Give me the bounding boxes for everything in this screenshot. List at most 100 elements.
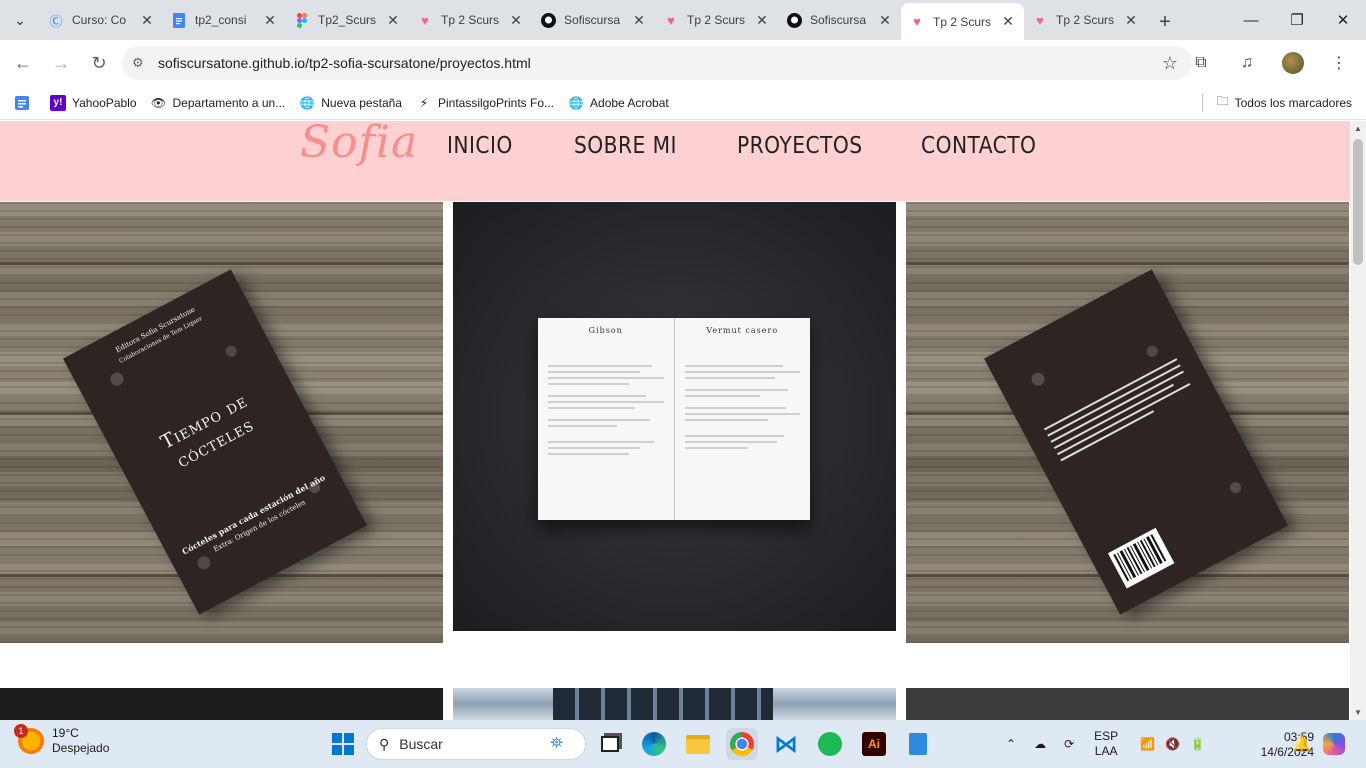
all-bookmarks-button[interactable]: 🗀 Todos los marcadores	[1201, 92, 1352, 113]
folder-icon	[686, 734, 710, 754]
toolbar-actions: ⧉ ♫ ⋮	[1184, 46, 1356, 80]
maximize-button[interactable]: ❐	[1274, 0, 1320, 40]
sync-icon[interactable]: ⟳	[1064, 737, 1074, 751]
illustrator-icon: Ai	[862, 732, 886, 756]
extensions-button[interactable]: ⧉	[1184, 46, 1218, 80]
project-image-back-cover[interactable]	[906, 202, 1349, 643]
window-controls: — ❐ ✕	[1228, 0, 1366, 40]
vscode-button[interactable]: ⋈	[770, 728, 802, 760]
apps-icon	[14, 95, 30, 111]
weather-widget[interactable]: 1 19°C Despejado	[14, 724, 109, 756]
tab[interactable]: ♥ Tp 2 Scurs ✕	[409, 3, 532, 37]
language-indicator[interactable]: ESP LAA	[1094, 729, 1118, 759]
bookmark-item[interactable]: y! YahooPablo	[50, 94, 137, 111]
close-icon[interactable]: ✕	[508, 12, 524, 29]
site-header: Sofia INICIO SOBRE MI PROYECTOS CONTACTO	[0, 121, 1350, 201]
close-icon[interactable]: ✕	[139, 12, 155, 29]
chrome-button[interactable]	[726, 728, 758, 760]
reload-button[interactable]: ↻	[82, 46, 116, 80]
close-icon[interactable]: ✕	[1000, 13, 1016, 30]
tab-active[interactable]: ♥ Tp 2 Scurs ✕	[901, 3, 1024, 40]
tab[interactable]: Sofiscursa ✕	[778, 3, 901, 37]
book-page-right: Vermut casero	[673, 318, 811, 520]
site-settings-icon[interactable]: ⚙	[132, 55, 154, 71]
close-icon[interactable]: ✕	[385, 12, 401, 29]
tab[interactable]: tp2_consi ✕	[163, 3, 286, 37]
close-icon[interactable]: ✕	[262, 12, 278, 29]
tab-title: Sofiscursa	[564, 13, 621, 27]
project-image[interactable]	[453, 688, 896, 720]
globe-icon: 🌐	[568, 95, 584, 110]
battery-icon[interactable]: 🔋	[1190, 737, 1205, 751]
chrome-icon	[730, 732, 754, 756]
forward-button[interactable]: →	[44, 46, 78, 80]
profile-button[interactable]	[1276, 46, 1310, 80]
tab[interactable]: Tp2_Scurs ✕	[286, 3, 409, 37]
bookmark-item[interactable]: ⚡ PintassilgoPrints Fo...	[416, 95, 554, 111]
nav-sobre-mi[interactable]: SOBRE MI	[574, 133, 677, 159]
wifi-icon[interactable]: 📶	[1140, 737, 1155, 751]
bookmark-star-icon[interactable]: ☆	[1162, 53, 1178, 74]
tab[interactable]: ♥ Tp 2 Scurs ✕	[655, 3, 778, 37]
restore-icon: ❐	[1290, 12, 1304, 29]
notifications-button[interactable]: 🔔	[1286, 728, 1318, 760]
address-bar[interactable]: ⚙ sofiscursatone.github.io/tp2-sofia-scu…	[122, 46, 1192, 80]
tab[interactable]: Sofiscursa ✕	[532, 3, 655, 37]
project-image[interactable]	[0, 688, 443, 720]
file-explorer-button[interactable]	[682, 728, 714, 760]
vertical-scrollbar[interactable]: ▲ ▼	[1350, 121, 1366, 720]
nav-contacto[interactable]: CONTACTO	[921, 133, 1036, 159]
scroll-up-icon[interactable]: ▲	[1350, 124, 1366, 133]
illustrator-button[interactable]: Ai	[858, 728, 890, 760]
lighthouse-icon: ⛯	[550, 735, 563, 752]
bookmark-item[interactable]: 🌐 Nueva pestaña	[299, 95, 402, 111]
task-view-button[interactable]	[594, 728, 626, 760]
github-icon	[540, 12, 556, 28]
notepad-button[interactable]	[902, 728, 934, 760]
minimize-button[interactable]: —	[1228, 0, 1274, 40]
spotify-button[interactable]	[814, 728, 846, 760]
chevron-up-icon[interactable]: ⌃	[1006, 737, 1016, 751]
project-image-interior[interactable]: Gibson Vermut casero	[453, 202, 896, 631]
scrollbar-thumb[interactable]	[1353, 139, 1363, 265]
start-button[interactable]	[327, 728, 359, 760]
bookmark-label: PintassilgoPrints Fo...	[437, 95, 555, 110]
bookmark-apps[interactable]	[14, 95, 36, 111]
site-logo[interactable]: Sofia	[300, 121, 418, 168]
edge-icon	[642, 732, 666, 756]
yahoo-icon: y!	[50, 94, 66, 111]
tab[interactable]: ♥ Tp 2 Scurs ✕	[1024, 3, 1147, 37]
copilot-button[interactable]	[1318, 728, 1350, 760]
tab-search-button[interactable]: ⌄	[0, 0, 40, 40]
new-tab-button[interactable]: +	[1147, 4, 1183, 40]
close-icon[interactable]: ✕	[1123, 12, 1139, 29]
spotify-icon	[818, 732, 842, 756]
bookmark-item[interactable]: 🌐 Adobe Acrobat	[568, 95, 669, 111]
cloud-icon[interactable]: ☁	[1034, 737, 1046, 751]
edge-button[interactable]	[638, 728, 670, 760]
nav-inicio[interactable]: INICIO	[447, 133, 513, 159]
bookmark-item[interactable]: 👁 Departamento a un...	[151, 95, 285, 111]
media-control-button[interactable]: ♫	[1230, 46, 1264, 80]
chevron-down-icon: ⌄	[14, 11, 26, 28]
taskbar-search[interactable]: ⚲ Buscar ⛯	[366, 728, 586, 760]
nav-proyectos[interactable]: PROYECTOS	[737, 133, 862, 159]
arrow-left-icon: ←	[14, 52, 32, 73]
project-image[interactable]	[906, 688, 1349, 720]
close-icon[interactable]: ✕	[877, 12, 893, 29]
windows-icon	[332, 733, 354, 755]
volume-mute-icon[interactable]: 🔇	[1165, 737, 1180, 751]
close-window-button[interactable]: ✕	[1320, 0, 1366, 40]
menu-button[interactable]: ⋮	[1322, 46, 1356, 80]
back-button[interactable]: ←	[6, 46, 40, 80]
scroll-down-icon[interactable]: ▼	[1350, 708, 1366, 717]
folder-icon: 🗀	[1216, 94, 1229, 108]
heart-icon: ♥	[1036, 12, 1044, 28]
page-title: Gibson	[588, 326, 623, 335]
tab[interactable]: Ⓒ Curso: Co ✕	[40, 3, 163, 37]
divider	[0, 262, 443, 265]
building-image	[553, 688, 773, 720]
project-image-cover[interactable]: Editora Sofia Scursatone Colaboraciones …	[0, 202, 443, 643]
close-icon[interactable]: ✕	[754, 12, 770, 29]
close-icon[interactable]: ✕	[631, 12, 647, 29]
